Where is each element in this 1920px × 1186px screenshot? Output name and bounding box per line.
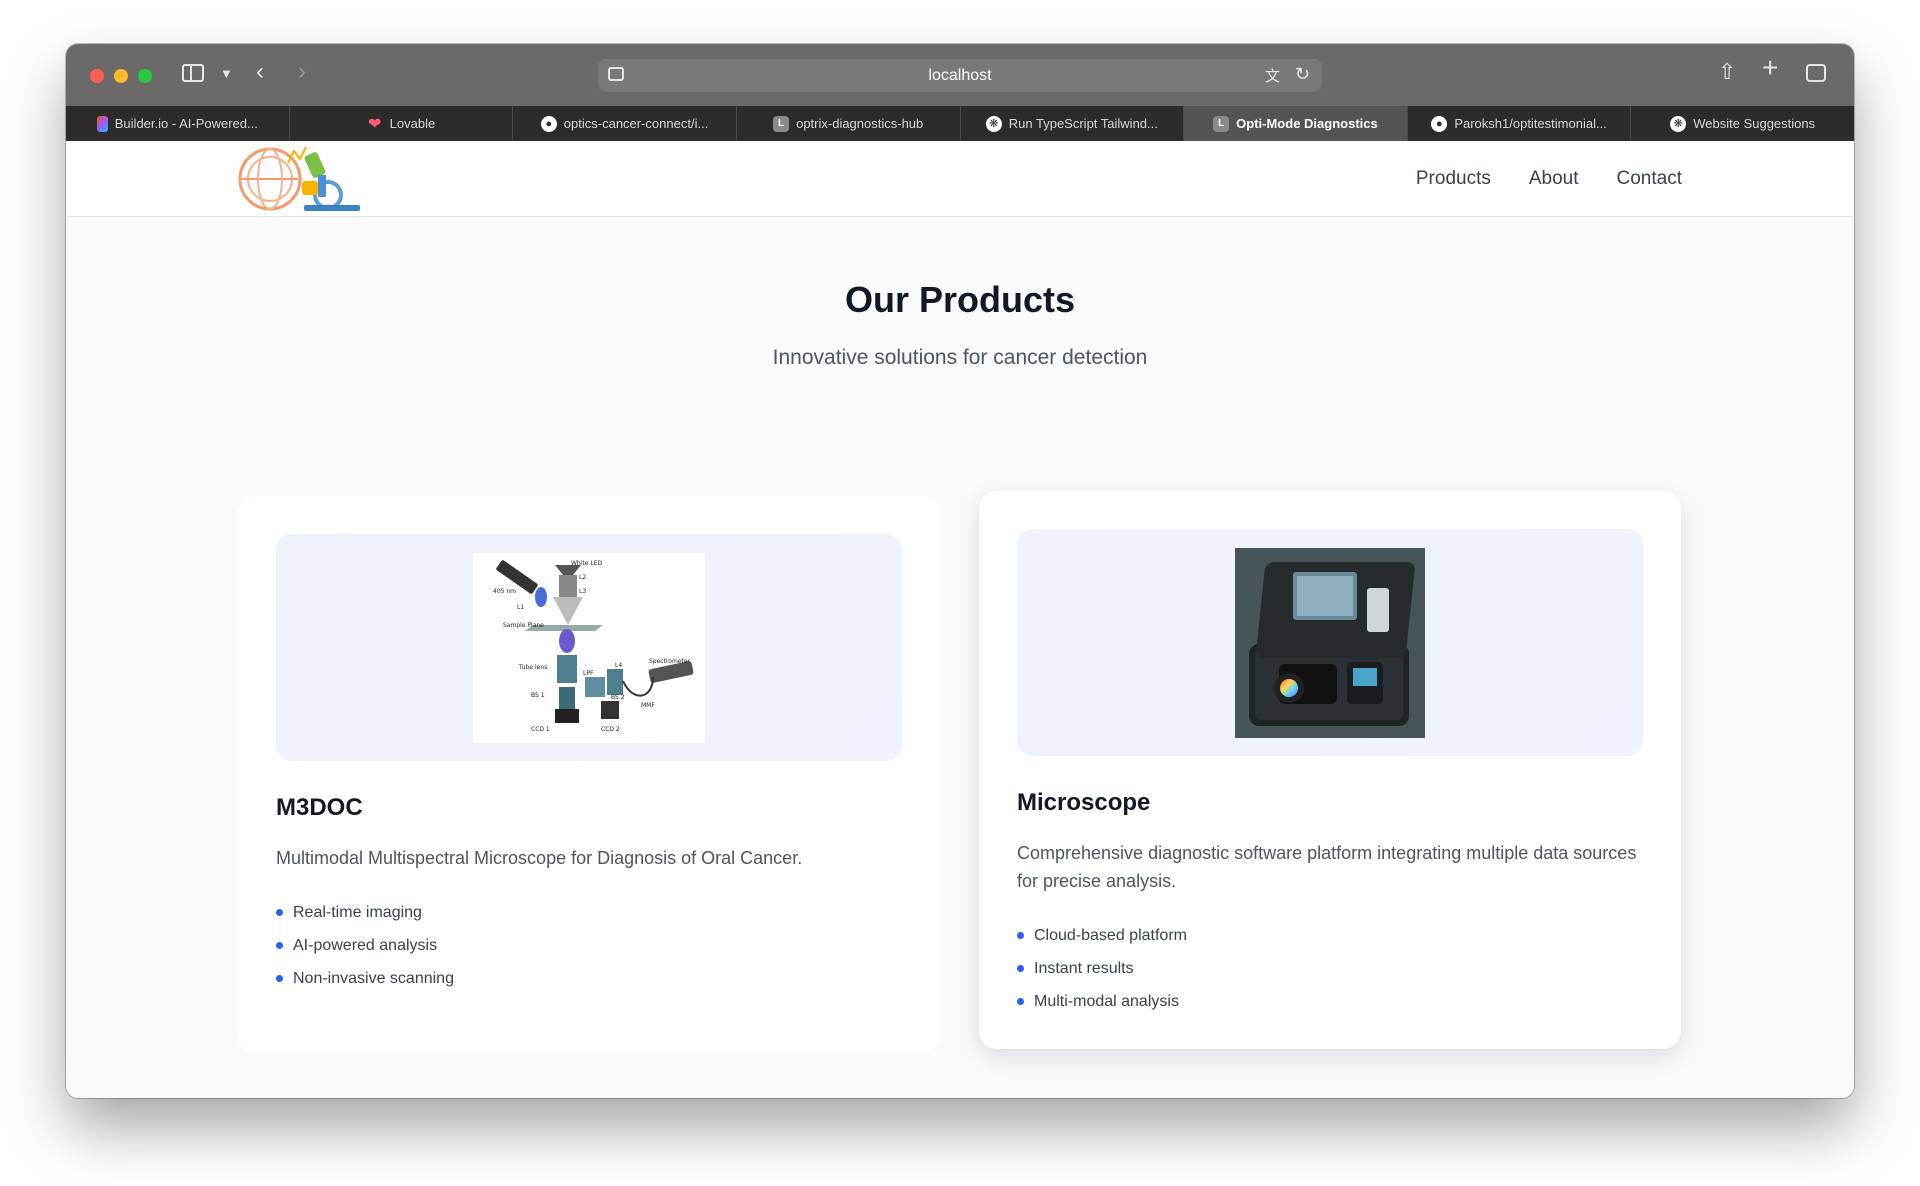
share-icon[interactable]: ⇧ bbox=[1718, 61, 1736, 83]
translate-icon[interactable]: 文 bbox=[1265, 65, 1280, 86]
github-icon: ● bbox=[540, 115, 557, 132]
lovable-l-icon: L bbox=[1213, 115, 1230, 132]
zoom-window-button[interactable] bbox=[138, 69, 152, 83]
main-nav: Products About Contact bbox=[1416, 141, 1682, 217]
tab[interactable]: ❤ Lovable bbox=[290, 106, 514, 141]
bullet-dot-icon bbox=[1017, 998, 1024, 1005]
tab-label: Builder.io - AI-Powered... bbox=[114, 116, 258, 131]
site-logo[interactable] bbox=[238, 145, 360, 215]
tab[interactable]: ❋ Run TypeScript Tailwind... bbox=[961, 106, 1185, 141]
close-window-button[interactable] bbox=[90, 69, 104, 83]
bullet-dot-icon bbox=[1017, 932, 1024, 939]
tab[interactable]: ❋ Website Suggestions bbox=[1631, 106, 1854, 141]
tab-active[interactable]: L Opti-Mode Diagnostics bbox=[1184, 106, 1408, 141]
product-image-container bbox=[1017, 529, 1643, 756]
site-header: Products About Contact bbox=[66, 141, 1854, 217]
diagram-label: LPF bbox=[583, 670, 594, 677]
product-card-m3doc[interactable]: White LED L2 L3 405 nm L1 Sample Plane T… bbox=[238, 496, 940, 1054]
bullet-dot-icon bbox=[276, 975, 283, 982]
feature-label: Cloud-based platform bbox=[1034, 926, 1187, 944]
product-title: Microscope bbox=[1017, 789, 1151, 816]
product-card-microscope[interactable]: Microscope Comprehensive diagnostic soft… bbox=[979, 491, 1681, 1049]
sidebar-toggle-icon[interactable] bbox=[182, 64, 204, 82]
address-bar[interactable]: localhost 文 ↻ bbox=[598, 59, 1322, 92]
diagram-label: CCD 1 bbox=[531, 726, 550, 733]
feature-item: Cloud-based platform bbox=[1017, 919, 1643, 952]
feature-item: Instant results bbox=[1017, 952, 1643, 985]
feature-label: Real-time imaging bbox=[293, 903, 422, 921]
diagram-label: L3 bbox=[579, 588, 586, 595]
diagram-label: L1 bbox=[517, 604, 524, 611]
diagram-label: L4 bbox=[615, 662, 622, 669]
bullet-dot-icon bbox=[1017, 965, 1024, 972]
feature-item: Non-invasive scanning bbox=[276, 962, 902, 995]
url-text: localhost bbox=[928, 66, 992, 84]
figma-icon bbox=[96, 115, 108, 132]
tab-overview-icon[interactable] bbox=[1806, 64, 1826, 82]
tab-label: optrix-diagnostics-hub bbox=[796, 116, 924, 131]
device-case-image bbox=[1235, 547, 1425, 738]
feature-label: Multi-modal analysis bbox=[1034, 992, 1179, 1010]
page-settings-icon[interactable] bbox=[608, 67, 624, 81]
bullet-dot-icon bbox=[276, 942, 283, 949]
feature-item: Multi-modal analysis bbox=[1017, 985, 1643, 1018]
browser-toolbar: ▼ ‹ › localhost 文 ↻ ⇧ + bbox=[66, 44, 1854, 106]
diagram-label: BS 2 bbox=[611, 694, 625, 701]
forward-arrow-icon[interactable]: › bbox=[298, 60, 306, 84]
openai-icon: ❋ bbox=[1670, 115, 1687, 132]
tab-label: Run TypeScript Tailwind... bbox=[1008, 116, 1158, 131]
feature-label: AI-powered analysis bbox=[293, 936, 438, 954]
product-image-container: White LED L2 L3 405 nm L1 Sample Plane T… bbox=[276, 534, 902, 761]
nav-link-contact[interactable]: Contact bbox=[1617, 168, 1682, 190]
diagram-label: White LED bbox=[571, 560, 602, 567]
tab[interactable]: ● optics-cancer-connect/i... bbox=[513, 106, 737, 141]
openai-icon: ❋ bbox=[985, 115, 1002, 132]
diagram-label: BS 1 bbox=[531, 692, 545, 699]
feature-label: Instant results bbox=[1034, 959, 1134, 977]
tab-label: Lovable bbox=[389, 116, 436, 131]
diagram-label: MMF bbox=[641, 702, 655, 709]
feature-label: Non-invasive scanning bbox=[293, 969, 454, 987]
page-title: Our Products bbox=[844, 279, 1076, 320]
diagram-label: 405 nm bbox=[493, 588, 516, 595]
product-description: Multimodal Multispectral Microscope for … bbox=[276, 848, 803, 868]
reload-icon[interactable]: ↻ bbox=[1295, 64, 1310, 85]
github-icon: ● bbox=[1431, 115, 1448, 132]
tab-bar: Builder.io - AI-Powered... ❤ Lovable ● o… bbox=[66, 106, 1854, 141]
product-title: M3DOC bbox=[276, 794, 363, 821]
feature-list: Real-time imaging AI-powered analysis No… bbox=[276, 896, 902, 995]
diagram-label: Tube lens bbox=[518, 664, 547, 671]
nav-link-products[interactable]: Products bbox=[1416, 168, 1491, 190]
bullet-dot-icon bbox=[276, 909, 283, 916]
diagram-label: L2 bbox=[579, 574, 586, 581]
feature-list: Cloud-based platform Instant results Mul… bbox=[1017, 919, 1643, 1018]
page-content: Products About Contact Our Products Inno… bbox=[66, 141, 1854, 1098]
browser-window: ▼ ‹ › localhost 文 ↻ ⇧ + Builder.io - AI-… bbox=[66, 44, 1854, 1098]
diagram-label: CCD 2 bbox=[601, 726, 620, 733]
chevron-down-icon[interactable]: ▼ bbox=[220, 64, 233, 84]
tab-label: Opti-Mode Diagnostics bbox=[1236, 116, 1378, 131]
tab-label: Paroksh1/optitestimonial... bbox=[1454, 116, 1607, 131]
heart-icon: ❤ bbox=[367, 115, 382, 133]
diagram-label: Sample Plane bbox=[503, 622, 544, 629]
new-tab-icon[interactable]: + bbox=[1762, 54, 1778, 82]
tab[interactable]: Builder.io - AI-Powered... bbox=[66, 106, 290, 141]
nav-link-about[interactable]: About bbox=[1529, 168, 1579, 190]
minimize-window-button[interactable] bbox=[114, 69, 128, 83]
optical-diagram-image: White LED L2 L3 405 nm L1 Sample Plane T… bbox=[473, 552, 705, 743]
tab[interactable]: L optrix-diagnostics-hub bbox=[737, 106, 961, 141]
diagram-label: Spectrometer bbox=[649, 658, 691, 665]
lovable-l-icon: L bbox=[773, 115, 790, 132]
page-subtitle: Innovative solutions for cancer detectio… bbox=[772, 346, 1148, 369]
tab-label: Website Suggestions bbox=[1693, 116, 1816, 131]
product-description: Comprehensive diagnostic software platfo… bbox=[1017, 843, 1637, 891]
feature-item: Real-time imaging bbox=[276, 896, 902, 929]
tab[interactable]: ● Paroksh1/optitestimonial... bbox=[1408, 106, 1632, 141]
back-arrow-icon[interactable]: ‹ bbox=[256, 60, 264, 84]
tab-label: optics-cancer-connect/i... bbox=[563, 116, 709, 131]
feature-item: AI-powered analysis bbox=[276, 929, 902, 962]
